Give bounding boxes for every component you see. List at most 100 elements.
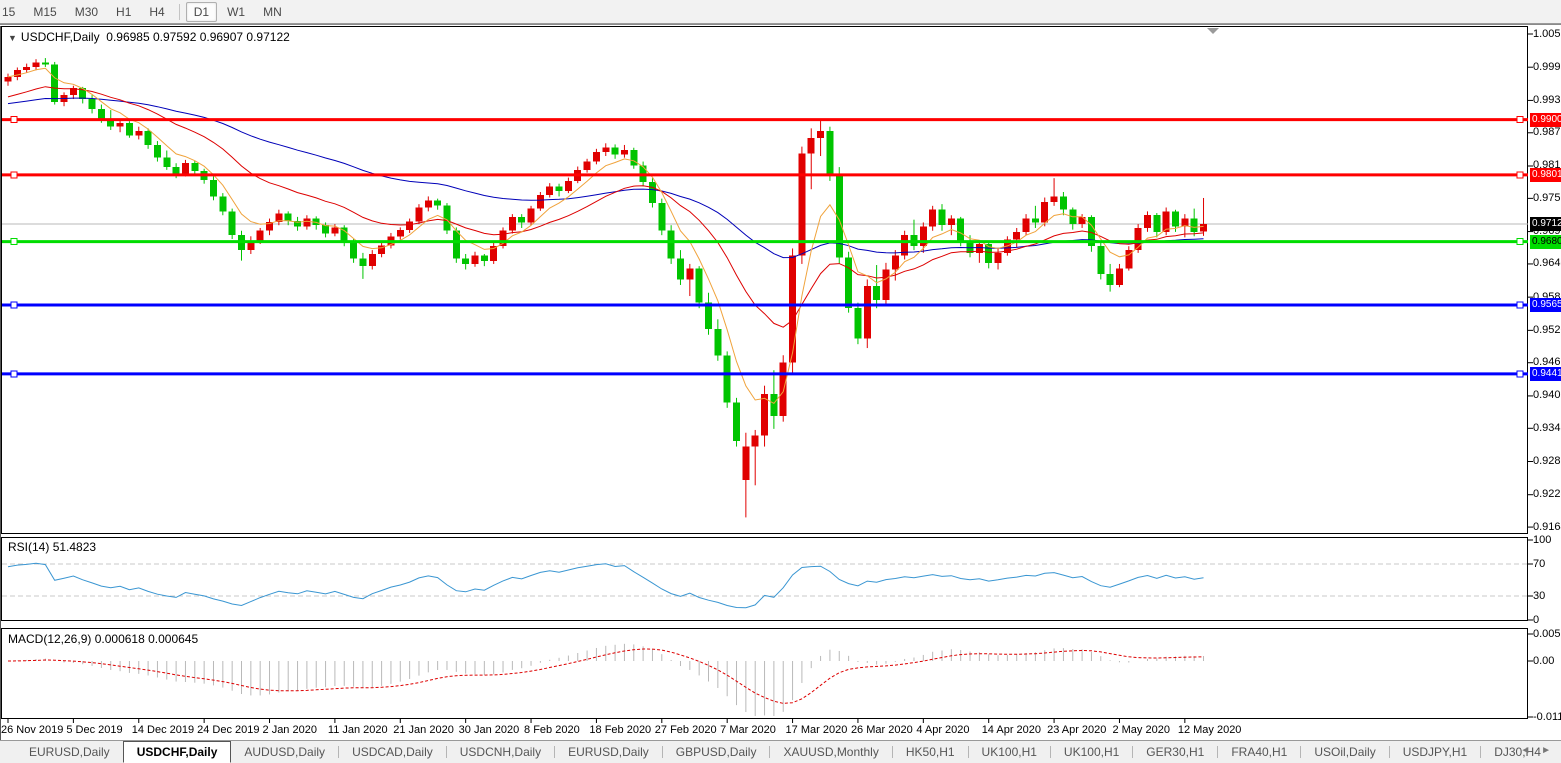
price-axis-label: 0.93430: [1533, 421, 1561, 434]
candle: [322, 225, 330, 234]
rsi-name: RSI(14): [8, 540, 50, 554]
candle: [153, 144, 161, 158]
candle: [452, 230, 460, 259]
date-axis-label: 8 Feb 2020: [524, 724, 580, 736]
chart-tab-eurusd-daily[interactable]: EURUSD,Daily: [555, 741, 662, 763]
candle: [256, 230, 264, 241]
chart-symbol-label: USDCHF,Daily: [20, 30, 100, 44]
candle: [826, 131, 834, 176]
chart-tab-usdchf-daily[interactable]: USDCHF,Daily: [122, 741, 232, 763]
chart-tab-eurusd-daily[interactable]: EURUSD,Daily: [16, 741, 123, 763]
price-axis-label: 0.97585: [1533, 191, 1561, 204]
candle: [891, 255, 899, 270]
candle: [41, 62, 49, 65]
chart-tab-uk100-h1[interactable]: UK100,H1: [1051, 741, 1132, 763]
candle: [919, 226, 927, 247]
macd-axis-label: 0.00: [1533, 654, 1555, 667]
level-handle: [1516, 116, 1524, 124]
level-price-box: 0.99007: [1530, 112, 1561, 127]
level-handle: [10, 116, 18, 124]
candle: [938, 209, 946, 226]
date-axis-label: 27 Feb 2020: [654, 724, 717, 736]
chart-tab-hk50-h1[interactable]: HK50,H1: [893, 741, 968, 763]
level-handle: [1516, 171, 1524, 179]
price-axis-label: 0.92230: [1533, 488, 1561, 501]
chart-tab-usdcad-daily[interactable]: USDCAD,Daily: [339, 741, 446, 763]
candle: [181, 163, 189, 175]
date-axis-label: 30 Jan 2020: [458, 724, 520, 736]
date-axis-label: 2 Jan 2020: [262, 724, 317, 736]
chart-collapse-icon[interactable]: ▼: [8, 33, 17, 43]
chart-canvas[interactable]: [0, 0, 1561, 763]
rsi-axis-label: 100: [1533, 533, 1552, 546]
level-price-box: 0.95658: [1530, 298, 1561, 312]
current-price-box: 0.97122: [1530, 216, 1561, 231]
candle: [817, 131, 825, 138]
candle: [761, 393, 769, 436]
candle: [415, 207, 423, 222]
date-axis-label: 24 Dec 2019: [197, 724, 260, 736]
candle: [191, 163, 199, 171]
candle: [1041, 201, 1049, 223]
price-axis-label: 0.96400: [1533, 257, 1561, 270]
candle: [443, 205, 451, 231]
chart-tab-audusd-daily[interactable]: AUDUSD,Daily: [231, 741, 338, 763]
level-price-box: 0.94414: [1530, 366, 1561, 381]
candle: [144, 131, 152, 145]
candle: [658, 203, 666, 231]
candle: [723, 355, 731, 403]
candle: [882, 269, 890, 300]
candle: [957, 218, 965, 242]
candle: [359, 258, 367, 267]
date-axis-label: 26 Mar 2020: [850, 724, 913, 736]
chart-tab-uk100-h1[interactable]: UK100,H1: [969, 741, 1050, 763]
candle: [1153, 215, 1161, 232]
candle: [1031, 218, 1039, 223]
candle: [555, 186, 563, 191]
date-axis-label: 11 Jan 2020: [327, 724, 388, 736]
candle: [219, 196, 227, 212]
candle: [331, 227, 339, 234]
candle: [518, 216, 526, 223]
chart-tab-gbpusd-daily[interactable]: GBPUSD,Daily: [663, 741, 770, 763]
date-axis-label: 23 Apr 2020: [1047, 724, 1107, 736]
rsi-pane[interactable]: [1, 537, 1528, 621]
tab-scroll-arrows[interactable]: ◄ ►: [1520, 745, 1555, 756]
candle: [1013, 231, 1021, 240]
candle: [1022, 218, 1030, 232]
level-handle: [10, 301, 18, 309]
macd-axis-label: 0.005818: [1533, 627, 1561, 640]
candle: [929, 209, 937, 227]
level-handle: [1516, 301, 1524, 309]
candle: [172, 167, 180, 175]
candle: [611, 147, 619, 155]
date-axis-label: 4 Apr 2020: [916, 724, 970, 736]
date-axis-label: 14 Dec 2019: [131, 724, 195, 736]
macd-indicator-label: MACD(12,26,9) 0.000618 0.000645: [8, 632, 198, 646]
date-axis-label: 14 Apr 2020: [981, 724, 1042, 736]
chart-tab-usdjpy-h1[interactable]: USDJPY,H1: [1390, 741, 1480, 763]
trading-terminal-window: 15 M15 M30 H1 H4 D1 W1 MN ▼ USDCHF,Daily 0.96985…: [0, 0, 1561, 763]
chart-tab-fra40-h1[interactable]: FRA40,H1: [1218, 741, 1300, 763]
candle: [4, 76, 12, 82]
candle: [424, 200, 432, 208]
level-handle: [10, 370, 18, 378]
date-axis-label: 21 Jan 2020: [393, 724, 454, 736]
rsi-indicator-label: RSI(14) 51.4823: [8, 540, 96, 554]
main-pane[interactable]: [1, 26, 1528, 534]
chart-tab-xauusd-monthly[interactable]: XAUUSD,Monthly: [770, 741, 891, 763]
candle: [527, 208, 535, 223]
candle: [1106, 273, 1114, 285]
candle: [480, 255, 488, 262]
candle: [779, 362, 787, 417]
candle: [873, 286, 881, 300]
candle: [620, 149, 628, 155]
candle: [602, 147, 610, 153]
candle: [406, 221, 414, 231]
chart-tab-ger30-h1[interactable]: GER30,H1: [1133, 741, 1217, 763]
chart-tab-usdcnh-daily[interactable]: USDCNH,Daily: [447, 741, 554, 763]
candle: [648, 182, 656, 204]
chart-tab-usoil-daily[interactable]: USOil,Daily: [1301, 741, 1388, 763]
candle: [994, 252, 1002, 263]
level-handle: [10, 171, 18, 179]
